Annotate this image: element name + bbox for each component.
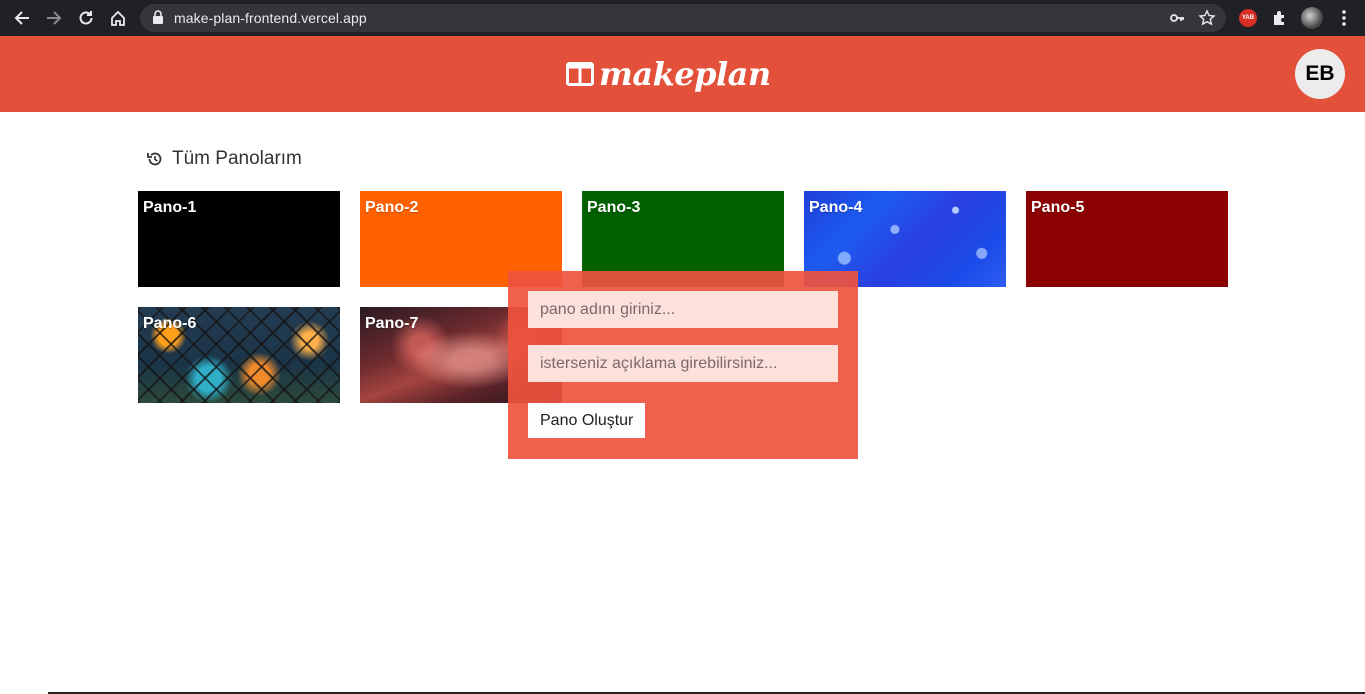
forward-icon[interactable] bbox=[42, 6, 66, 30]
bookmark-star-icon[interactable] bbox=[1198, 9, 1216, 27]
create-board-button[interactable]: Pano Oluştur bbox=[528, 403, 646, 438]
board-label: Pano-5 bbox=[1031, 199, 1085, 216]
key-icon[interactable] bbox=[1168, 9, 1186, 27]
board-label: Pano-1 bbox=[143, 199, 197, 216]
board-label: Pano-2 bbox=[365, 199, 419, 216]
user-avatar[interactable]: EB bbox=[1295, 49, 1345, 99]
section-title: Tüm Panolarım bbox=[146, 148, 302, 170]
board-icon bbox=[566, 62, 594, 86]
board-label: Pano-4 bbox=[809, 199, 863, 216]
board-label: Pano-7 bbox=[365, 315, 419, 332]
board-description-input[interactable] bbox=[528, 345, 838, 382]
back-icon[interactable] bbox=[10, 6, 34, 30]
board-card[interactable]: Pano-1 bbox=[138, 191, 340, 287]
browser-menu-icon[interactable] bbox=[1332, 6, 1356, 30]
lock-icon bbox=[152, 10, 164, 29]
home-icon[interactable] bbox=[106, 6, 130, 30]
history-icon bbox=[147, 152, 162, 166]
board-label: Pano-6 bbox=[143, 315, 197, 332]
brand-logo[interactable]: makeplan bbox=[566, 58, 771, 90]
browser-toolbar: make-plan-frontend.vercel.app YAB bbox=[0, 0, 1365, 36]
extensions-puzzle-icon[interactable] bbox=[1268, 6, 1292, 30]
board-label: Pano-3 bbox=[587, 199, 641, 216]
board-name-input[interactable] bbox=[528, 291, 838, 328]
board-card[interactable]: Pano-6 bbox=[138, 307, 340, 403]
create-board-panel: Pano Oluştur bbox=[508, 271, 858, 459]
yab-extension-icon[interactable]: YAB bbox=[1236, 6, 1260, 30]
section-title-text: Tüm Panolarım bbox=[172, 148, 302, 169]
board-card[interactable]: Pano-5 bbox=[1026, 191, 1228, 287]
profile-avatar-icon[interactable] bbox=[1300, 6, 1324, 30]
brand-name: makeplan bbox=[599, 55, 771, 93]
url-text: make-plan-frontend.vercel.app bbox=[174, 10, 367, 26]
address-bar[interactable]: make-plan-frontend.vercel.app bbox=[140, 4, 1226, 32]
app-header: makeplan EB bbox=[0, 36, 1365, 112]
reload-icon[interactable] bbox=[74, 6, 98, 30]
